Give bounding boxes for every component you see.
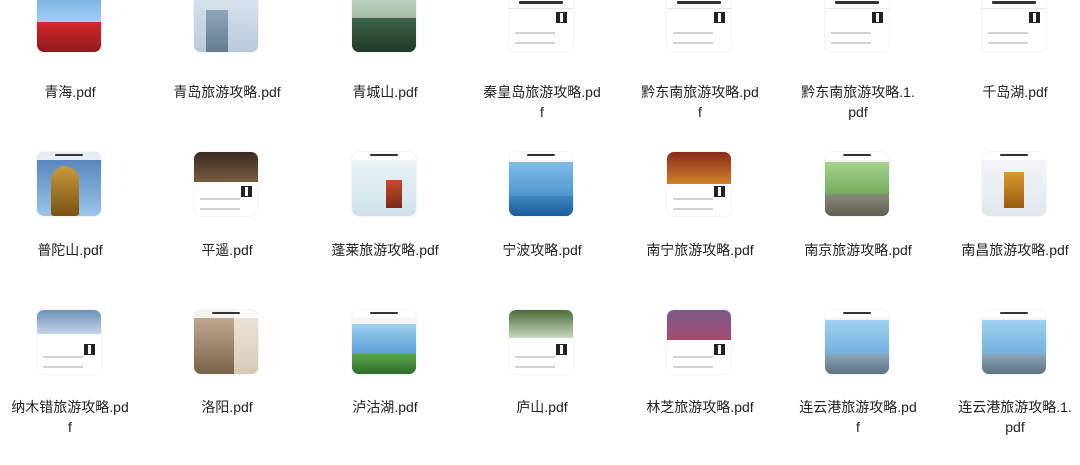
file-name-label: 青城山.pdf <box>352 84 418 100</box>
pdf-thumbnail-icon[interactable] <box>37 152 101 216</box>
file-name-label: 千岛湖.pdf <box>982 84 1048 100</box>
pdf-thumbnail-icon[interactable] <box>982 310 1046 374</box>
pdf-thumbnail-icon[interactable] <box>194 0 258 52</box>
file-name-label: 蓬莱旅游攻略.pdf <box>331 242 439 258</box>
pdf-thumbnail-icon[interactable] <box>509 0 573 52</box>
pdf-thumbnail-icon[interactable] <box>825 310 889 374</box>
file-name-label: 普陀山.pdf <box>37 242 103 258</box>
pdf-thumbnail-icon[interactable] <box>37 0 101 52</box>
file-name-label: 南昌旅游攻略.pdf <box>961 242 1069 258</box>
file-name-label: 连云港旅游攻略.1.pdf <box>958 399 1072 435</box>
pdf-thumbnail-icon[interactable] <box>352 152 416 216</box>
pdf-thumbnail-icon[interactable] <box>352 0 416 52</box>
pdf-thumbnail-icon[interactable] <box>37 310 101 374</box>
pdf-thumbnail-icon[interactable] <box>194 310 258 374</box>
pdf-thumbnail-icon[interactable] <box>667 152 731 216</box>
file-name-label: 连云港旅游攻略.pdf <box>799 399 917 435</box>
pdf-thumbnail-icon[interactable] <box>982 0 1046 52</box>
file-name-label: 庐山.pdf <box>516 399 568 415</box>
pdf-thumbnail-icon[interactable] <box>509 310 573 374</box>
pdf-thumbnail-icon[interactable] <box>352 310 416 374</box>
file-name-label: 宁波攻略.pdf <box>502 242 582 258</box>
file-name-label: 南宁旅游攻略.pdf <box>646 242 754 258</box>
file-name-label: 洛阳.pdf <box>201 399 253 415</box>
pdf-thumbnail-icon[interactable] <box>825 152 889 216</box>
file-name-label: 黔东南旅游攻略.pdf <box>641 84 759 120</box>
pdf-thumbnail-icon[interactable] <box>509 152 573 216</box>
file-name-label: 南京旅游攻略.pdf <box>804 242 912 258</box>
pdf-thumbnail-icon[interactable] <box>667 310 731 374</box>
file-name-label: 平遥.pdf <box>201 242 253 258</box>
pdf-thumbnail-icon[interactable] <box>982 152 1046 216</box>
file-name-label: 青海.pdf <box>44 84 96 100</box>
file-name-label: 青岛旅游攻略.pdf <box>173 84 281 100</box>
file-name-label: 纳木错旅游攻略.pdf <box>11 399 129 435</box>
file-grid: 青海.pdf 青岛旅游攻略.pdf 青城山.pdf 秦皇岛旅游攻略.pdf 黔东南旅游攻… <box>0 0 1080 465</box>
file-name-label: 黔东南旅游攻略.1.pdf <box>801 84 915 120</box>
pdf-thumbnail-icon[interactable] <box>667 0 731 52</box>
file-name-label: 泸沽湖.pdf <box>352 399 418 415</box>
file-name-label: 秦皇岛旅游攻略.pdf <box>483 84 601 120</box>
pdf-thumbnail-icon[interactable] <box>194 152 258 216</box>
pdf-thumbnail-icon[interactable] <box>825 0 889 52</box>
file-name-label: 林芝旅游攻略.pdf <box>646 399 754 415</box>
